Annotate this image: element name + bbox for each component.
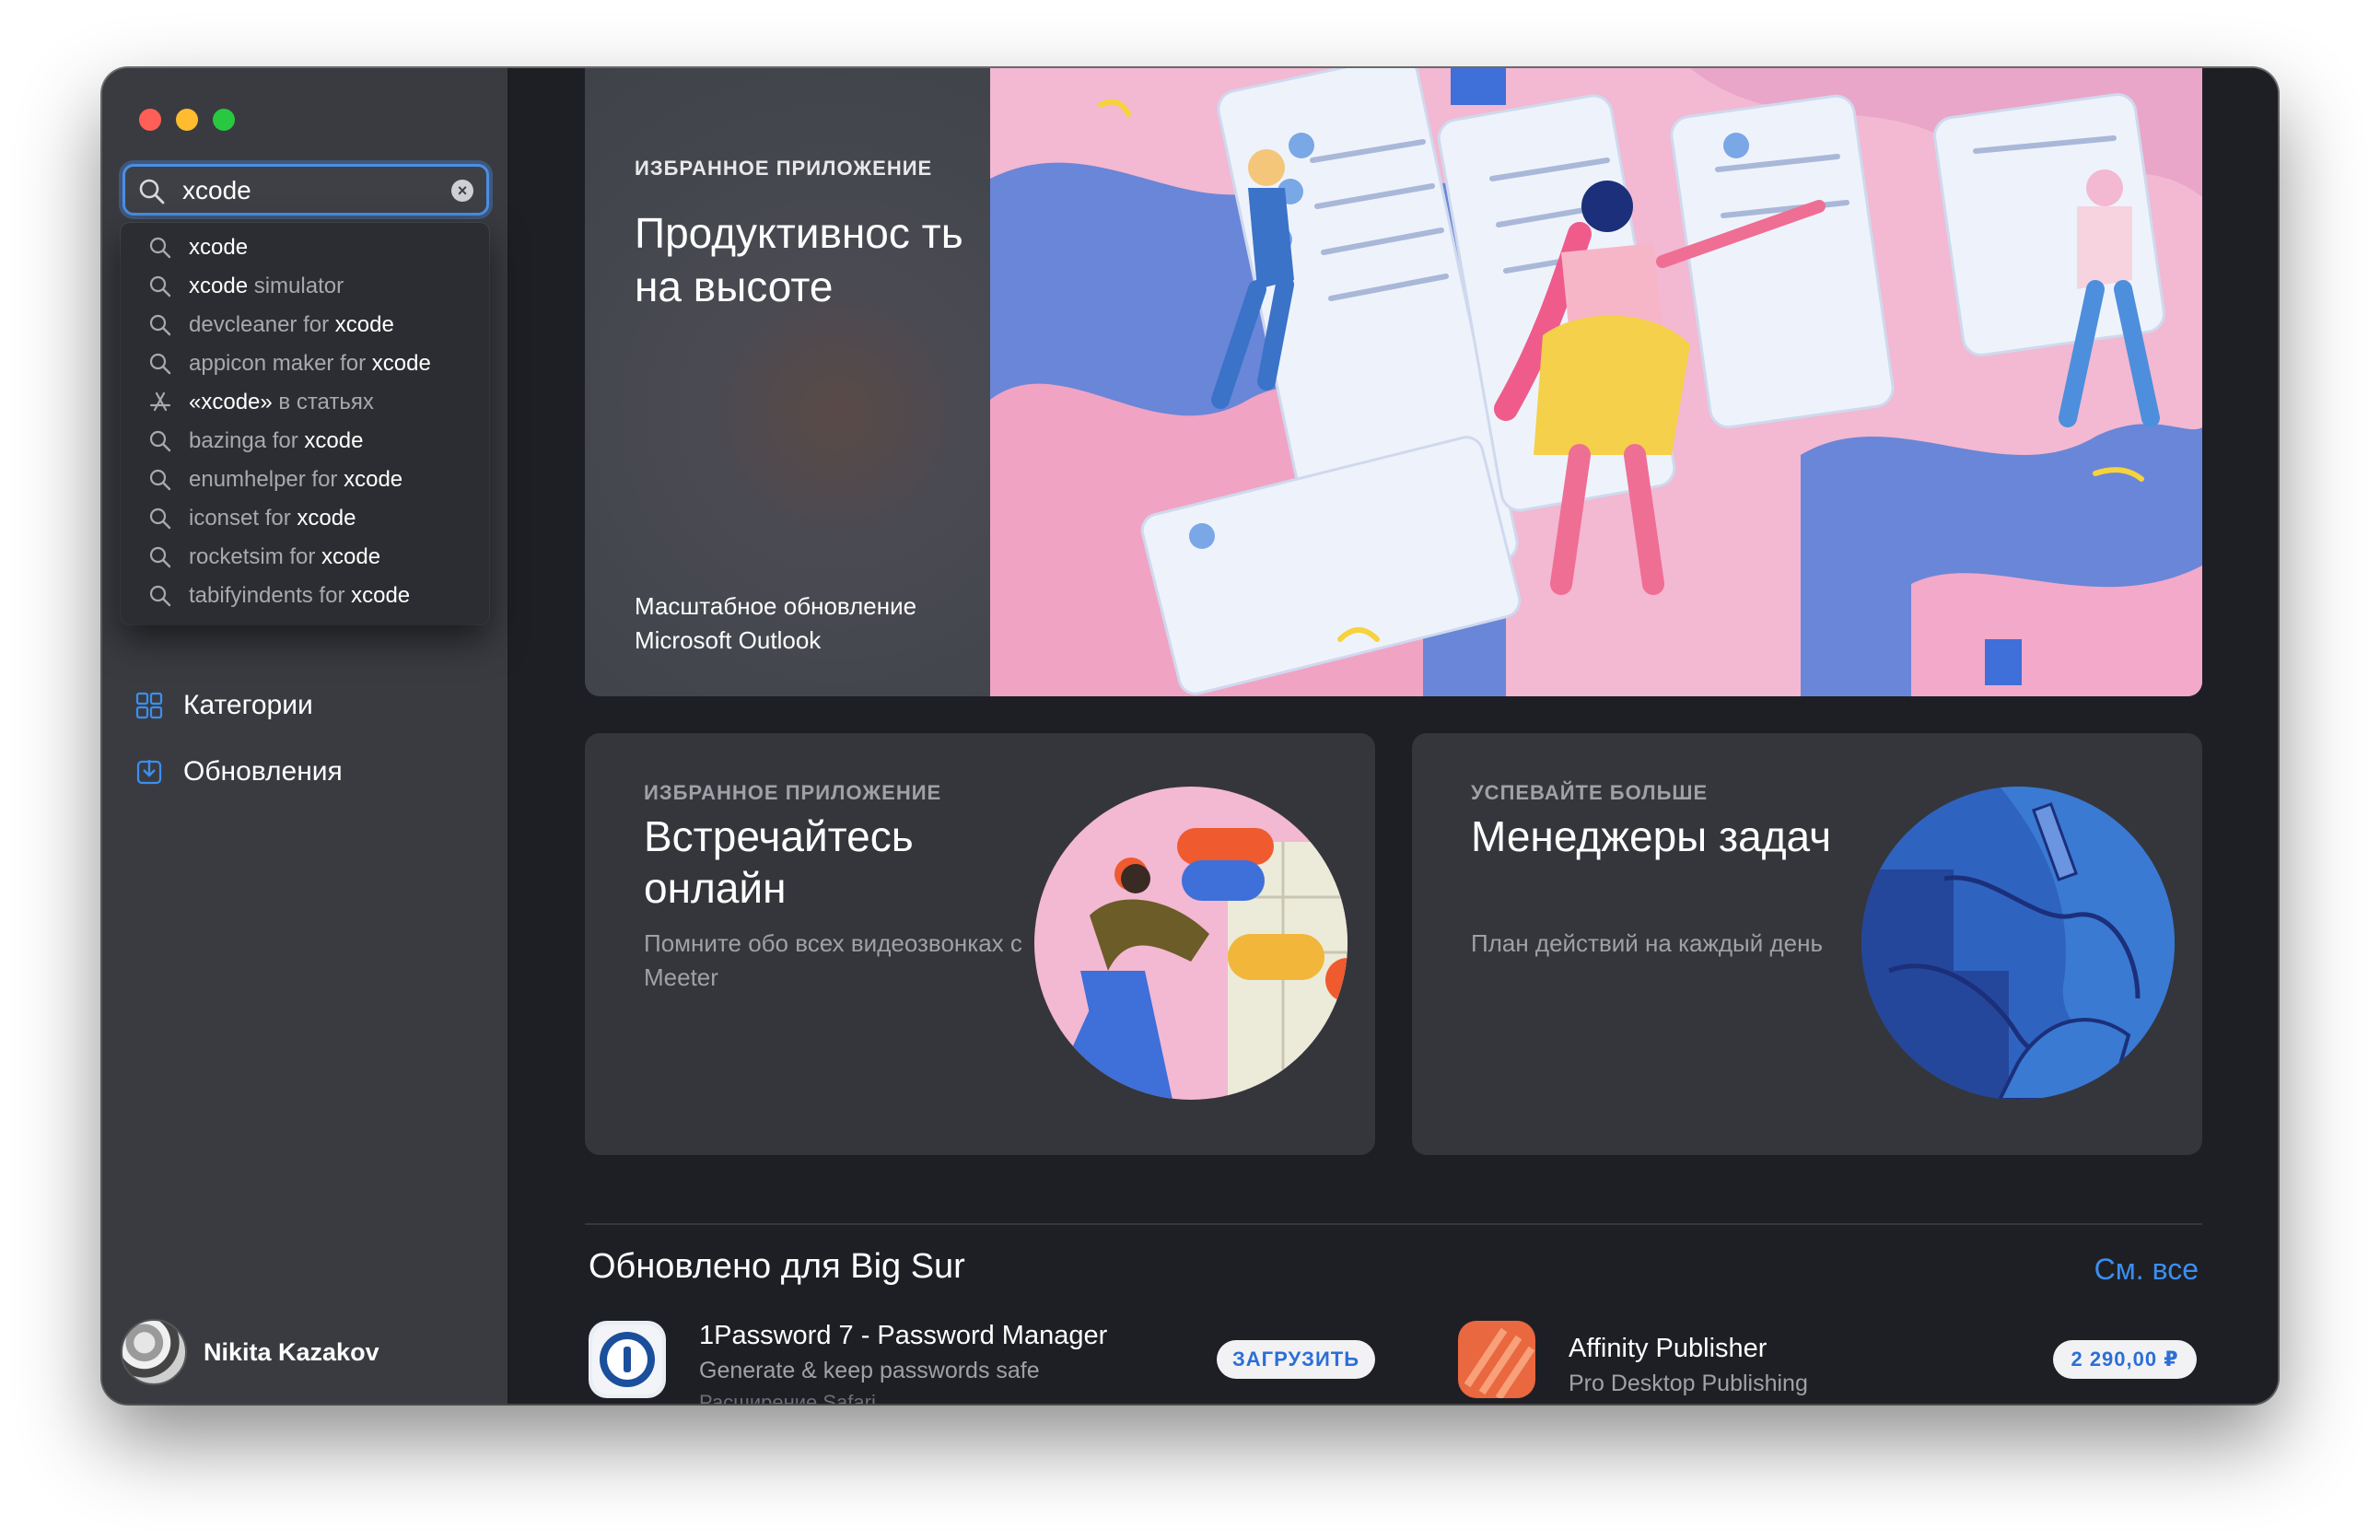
- suggestion-text: simulator: [248, 274, 344, 298]
- app-store-icon: [149, 391, 171, 412]
- feature-card-tasks[interactable]: УСПЕВАЙТЕ БОЛЬШЕ Менеджеры задач План де…: [1412, 733, 2202, 1155]
- suggestion-item[interactable]: «xcode» в статьях: [121, 383, 489, 422]
- search-icon: [149, 314, 171, 336]
- suggestion-item[interactable]: iconset for xcode: [121, 499, 489, 538]
- sidebar: × xcodexcode simulatordevcleaner for xco…: [102, 68, 509, 1404]
- minimize-window-button[interactable]: [176, 109, 198, 131]
- search-icon: [149, 585, 171, 607]
- app-description: Pro Desktop Publishing: [1569, 1371, 1808, 1396]
- suggestion-item[interactable]: xcode: [121, 228, 489, 267]
- search-icon: [149, 546, 171, 568]
- search-icon: [149, 469, 171, 491]
- suggestion-match: xcode: [371, 351, 431, 376]
- suggestion-item[interactable]: devcleaner for xcode: [121, 306, 489, 344]
- card-title: Встречайтесь онлайн: [644, 812, 914, 912]
- feature-card-meet[interactable]: ИЗБРАННОЕ ПРИЛОЖЕНИЕ Встречайтесь онлайн…: [585, 733, 1375, 1155]
- suggestion-text: bazinga for: [189, 428, 305, 453]
- suggestion-text: devcleaner for: [189, 312, 335, 337]
- sidebar-item-updates[interactable]: Обновления: [135, 752, 343, 792]
- app-row-1password[interactable]: 1Password 7 - Password Manager Generate …: [589, 1321, 1375, 1404]
- card-subtitle: Помните обо всех видеозвонках с Meeter: [644, 929, 1022, 991]
- get-button[interactable]: ЗАГРУЗИТЬ: [1217, 1340, 1375, 1379]
- hero-text-panel: ИЗБРАННОЕ ПРИЛОЖЕНИЕ Продуктивнос ть на …: [585, 68, 990, 696]
- suggestion-item[interactable]: tabifyindents for xcode: [121, 577, 489, 615]
- suggestion-match: xcode: [189, 274, 249, 298]
- app-description: Generate & keep passwords safe: [699, 1358, 1040, 1383]
- suggestion-text: appicon maker for: [189, 351, 372, 376]
- suggestion-item[interactable]: bazinga for xcode: [121, 422, 489, 461]
- suggestion-item[interactable]: enumhelper for xcode: [121, 461, 489, 499]
- see-all-link[interactable]: См. все: [2094, 1253, 2199, 1287]
- hero-eyebrow: ИЗБРАННОЕ ПРИЛОЖЕНИЕ: [635, 157, 933, 180]
- app-name: 1Password 7 - Password Manager: [699, 1321, 1108, 1350]
- search-icon: [149, 237, 171, 259]
- sidebar-item-label: Обновления: [183, 756, 343, 787]
- card-subtitle: План действий на каждый день: [1471, 929, 1824, 957]
- suggestion-match: xcode: [297, 506, 356, 531]
- categories-icon: [135, 692, 163, 719]
- search-field[interactable]: ×: [122, 164, 489, 216]
- hero-title: Продуктивнос ть на высоте: [635, 209, 963, 310]
- card-eyebrow: ИЗБРАННОЕ ПРИЛОЖЕНИЕ: [644, 781, 942, 804]
- zoom-window-button[interactable]: [213, 109, 235, 131]
- search-suggestions: xcode xcode simulator devcleaner for xcode…: [121, 223, 489, 624]
- avatar: [121, 1319, 187, 1385]
- search-icon: [149, 508, 171, 530]
- search-icon: [149, 353, 171, 375]
- card-title: Менеджеры задач: [1471, 812, 1832, 860]
- suggestion-text: в статьях: [272, 390, 374, 414]
- suggestion-text: enumhelper for: [189, 467, 344, 492]
- app-row-affinity-publisher[interactable]: Affinity Publisher Pro Desktop Publishin…: [1458, 1321, 2197, 1404]
- sidebar-item-label: Категории: [183, 690, 313, 720]
- search-icon: [149, 275, 171, 298]
- app-store-window: × xcodexcode simulatordevcleaner for xco…: [102, 68, 2278, 1404]
- suggestion-text: rocketsim for: [189, 544, 322, 569]
- card-eyebrow: УСПЕВАЙТЕ БОЛЬШЕ: [1471, 781, 1709, 804]
- suggestion-match: xcode: [189, 235, 249, 260]
- suggestion-text: tabifyindents for: [189, 583, 352, 608]
- app-extra-description: Расширение Safari: [699, 1391, 876, 1404]
- user-name: Nikita Kazakov: [204, 1337, 379, 1366]
- 1password-icon: [589, 1321, 666, 1398]
- hero-subtitle: Масштабное обновление Microsoft Outlook: [635, 592, 917, 654]
- hero-illustration: [990, 68, 2202, 696]
- user-account[interactable]: Nikita Kazakov: [121, 1319, 379, 1385]
- sidebar-item-categories[interactable]: Категории: [135, 685, 313, 726]
- suggestion-item[interactable]: xcode simulator: [121, 267, 489, 306]
- suggestion-match: xcode: [351, 583, 411, 608]
- clear-search-icon[interactable]: ×: [451, 180, 473, 202]
- updates-icon: [136, 760, 162, 785]
- search-icon: [139, 179, 165, 204]
- close-window-button[interactable]: [139, 109, 161, 131]
- search-input[interactable]: [181, 174, 424, 207]
- price-button[interactable]: 2 290,00 ₽: [2053, 1340, 2197, 1379]
- meeting-illustration: [1034, 787, 1348, 1100]
- suggestion-match: xcode: [304, 428, 364, 453]
- tasks-illustration: [1861, 787, 2175, 1100]
- hero-banner[interactable]: ИЗБРАННОЕ ПРИЛОЖЕНИЕ Продуктивнос ть на …: [585, 68, 2202, 696]
- suggestion-item[interactable]: rocketsim for xcode: [121, 538, 489, 577]
- suggestion-text: iconset for: [189, 506, 298, 531]
- main-content: ИЗБРАННОЕ ПРИЛОЖЕНИЕ Продуктивнос ть на …: [509, 68, 2278, 1404]
- suggestion-match: «xcode»: [189, 390, 273, 414]
- search-icon: [149, 430, 171, 452]
- suggestion-match: xcode: [334, 312, 394, 337]
- suggestion-match: xcode: [344, 467, 403, 492]
- suggestion-match: xcode: [321, 544, 381, 569]
- affinity-publisher-icon: [1458, 1321, 1535, 1398]
- app-name: Affinity Publisher: [1569, 1334, 1768, 1363]
- section-title: Обновлено для Big Sur: [589, 1247, 965, 1286]
- suggestion-item[interactable]: appicon maker for xcode: [121, 344, 489, 383]
- section-divider: [585, 1223, 2202, 1225]
